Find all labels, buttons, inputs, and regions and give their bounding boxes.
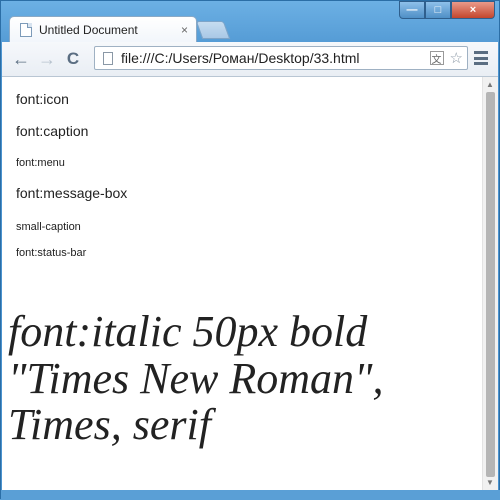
browser-toolbar: ← → C file:///C:/Users/Роман/Desktop/33.…: [2, 42, 498, 77]
text-font-message-box: font:message-box: [16, 185, 128, 201]
tab-title: Untitled Document: [39, 22, 138, 37]
url-text[interactable]: file:///C:/Users/Роман/Desktop/33.html: [121, 50, 430, 66]
bookmark-star-icon[interactable]: ☆: [450, 49, 463, 67]
minimize-button[interactable]: —: [399, 1, 425, 19]
text-small-caption: small-caption: [16, 221, 81, 233]
back-button[interactable]: ←: [10, 48, 32, 70]
maximize-button[interactable]: □: [425, 1, 451, 19]
scroll-thumb[interactable]: [486, 92, 495, 477]
vertical-scrollbar[interactable]: ▲ ▼: [482, 77, 498, 490]
browser-window: Untitled Document × — □ × ← → C file:///…: [0, 0, 500, 500]
forward-button[interactable]: →: [36, 48, 58, 70]
page-content: font:icon font:caption font:menu font:me…: [2, 77, 482, 490]
tab-untitled-document[interactable]: Untitled Document ×: [9, 16, 197, 42]
text-font-menu: font:menu: [16, 157, 65, 169]
text-font-status-bar: font:status-bar: [16, 247, 87, 259]
text-font-icon: font:icon: [16, 91, 69, 107]
menu-bar-2: [474, 56, 488, 60]
tab-strip: Untitled Document × — □ ×: [1, 1, 500, 42]
menu-bar-3: [474, 62, 488, 65]
text-font-caption: font:caption: [16, 123, 89, 139]
address-bar[interactable]: file:///C:/Users/Роман/Desktop/33.html 文…: [94, 46, 468, 70]
new-tab-button[interactable]: [195, 21, 231, 39]
tab-close-icon[interactable]: ×: [181, 23, 188, 37]
text-italic-times: font:italic 50px bold "Times New Roman",…: [8, 307, 384, 450]
scroll-down-icon[interactable]: ▼: [486, 478, 494, 487]
document-icon: [20, 22, 32, 37]
window-controls: — □ ×: [399, 1, 495, 19]
reload-button[interactable]: C: [62, 48, 84, 70]
menu-bar-1: [474, 51, 488, 54]
scroll-up-icon[interactable]: ▲: [486, 80, 494, 89]
translate-icon[interactable]: 文: [429, 51, 444, 66]
menu-icon[interactable]: [474, 51, 488, 65]
page-icon: [103, 51, 113, 65]
close-window-button[interactable]: ×: [451, 1, 495, 19]
